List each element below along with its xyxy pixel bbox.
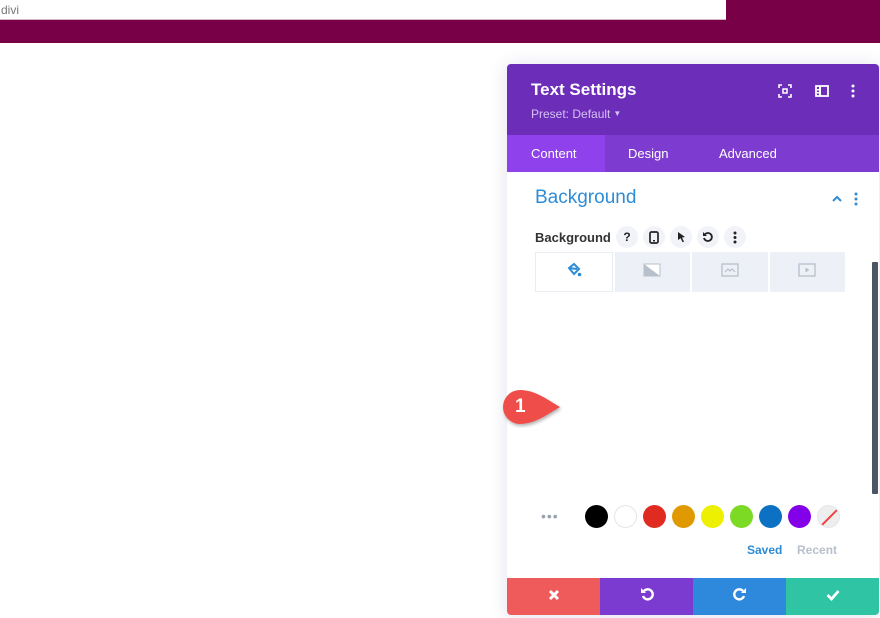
saved-colors-tab[interactable]: Saved — [747, 543, 782, 557]
video-icon — [798, 262, 816, 282]
close-icon — [548, 588, 560, 606]
tab-advanced[interactable]: Advanced — [695, 135, 801, 172]
swatch-red[interactable] — [643, 504, 666, 528]
bg-type-image[interactable] — [692, 252, 768, 292]
swatch-green[interactable] — [730, 504, 753, 528]
background-type-tabs — [535, 252, 845, 292]
section-title-background[interactable]: Background — [535, 187, 636, 209]
preset-dropdown[interactable]: Preset: Default ▼ — [531, 107, 621, 121]
scrollbar[interactable] — [872, 262, 878, 494]
bg-type-color[interactable] — [535, 252, 613, 292]
redo-button[interactable] — [693, 578, 786, 615]
undo-icon — [640, 587, 654, 606]
swatch-orange[interactable] — [672, 504, 695, 528]
section-more-icon[interactable] — [854, 192, 858, 206]
modal-footer — [507, 578, 879, 615]
gradient-icon — [643, 263, 661, 282]
mobile-icon[interactable] — [643, 226, 665, 248]
tab-design[interactable]: Design — [605, 135, 695, 172]
bg-type-video[interactable] — [769, 252, 845, 292]
modal-title: Text Settings — [531, 80, 637, 99]
image-icon — [721, 262, 739, 282]
chevron-up-icon[interactable] — [830, 192, 844, 206]
recent-colors-tab[interactable]: Recent — [797, 543, 837, 557]
focus-mode-icon[interactable] — [775, 81, 795, 101]
redo-icon — [732, 587, 747, 606]
discard-button[interactable] — [507, 578, 600, 615]
check-icon — [826, 588, 840, 606]
undo-button[interactable] — [600, 578, 693, 615]
step-marker-label: 1 — [515, 396, 526, 417]
save-button[interactable] — [786, 578, 879, 615]
swatch-yellow[interactable] — [701, 504, 724, 528]
split-view-icon[interactable] — [812, 81, 832, 101]
hover-cursor-icon[interactable] — [670, 226, 692, 248]
paint-bucket-icon — [566, 262, 582, 283]
step-marker: 1 — [500, 388, 564, 428]
swatch-black[interactable] — [585, 504, 608, 528]
text-settings-modal: Text Settings Preset: Default ▼ Content D… — [507, 64, 879, 615]
bg-type-gradient[interactable] — [614, 252, 690, 292]
palette-more-button[interactable]: ••• — [541, 508, 585, 524]
swatch-none[interactable] — [817, 504, 840, 528]
reset-icon[interactable] — [697, 226, 719, 248]
tab-content[interactable]: Content — [507, 135, 605, 172]
address-field[interactable]: divi — [0, 0, 726, 20]
caret-down-icon: ▼ — [613, 109, 622, 118]
color-palette: ••• — [541, 504, 846, 528]
help-icon[interactable]: ? — [616, 226, 638, 248]
more-icon[interactable] — [724, 226, 746, 248]
modal-header[interactable]: Text Settings Preset: Default ▼ — [507, 64, 879, 135]
swatch-purple[interactable] — [788, 504, 811, 528]
background-field-label: Background — [535, 230, 611, 245]
settings-tabs: Content Design Advanced — [507, 135, 879, 172]
more-options-icon[interactable] — [843, 81, 863, 101]
swatch-white[interactable] — [614, 504, 637, 528]
preset-label: Preset: Default — [531, 107, 611, 121]
swatch-blue[interactable] — [759, 504, 782, 528]
